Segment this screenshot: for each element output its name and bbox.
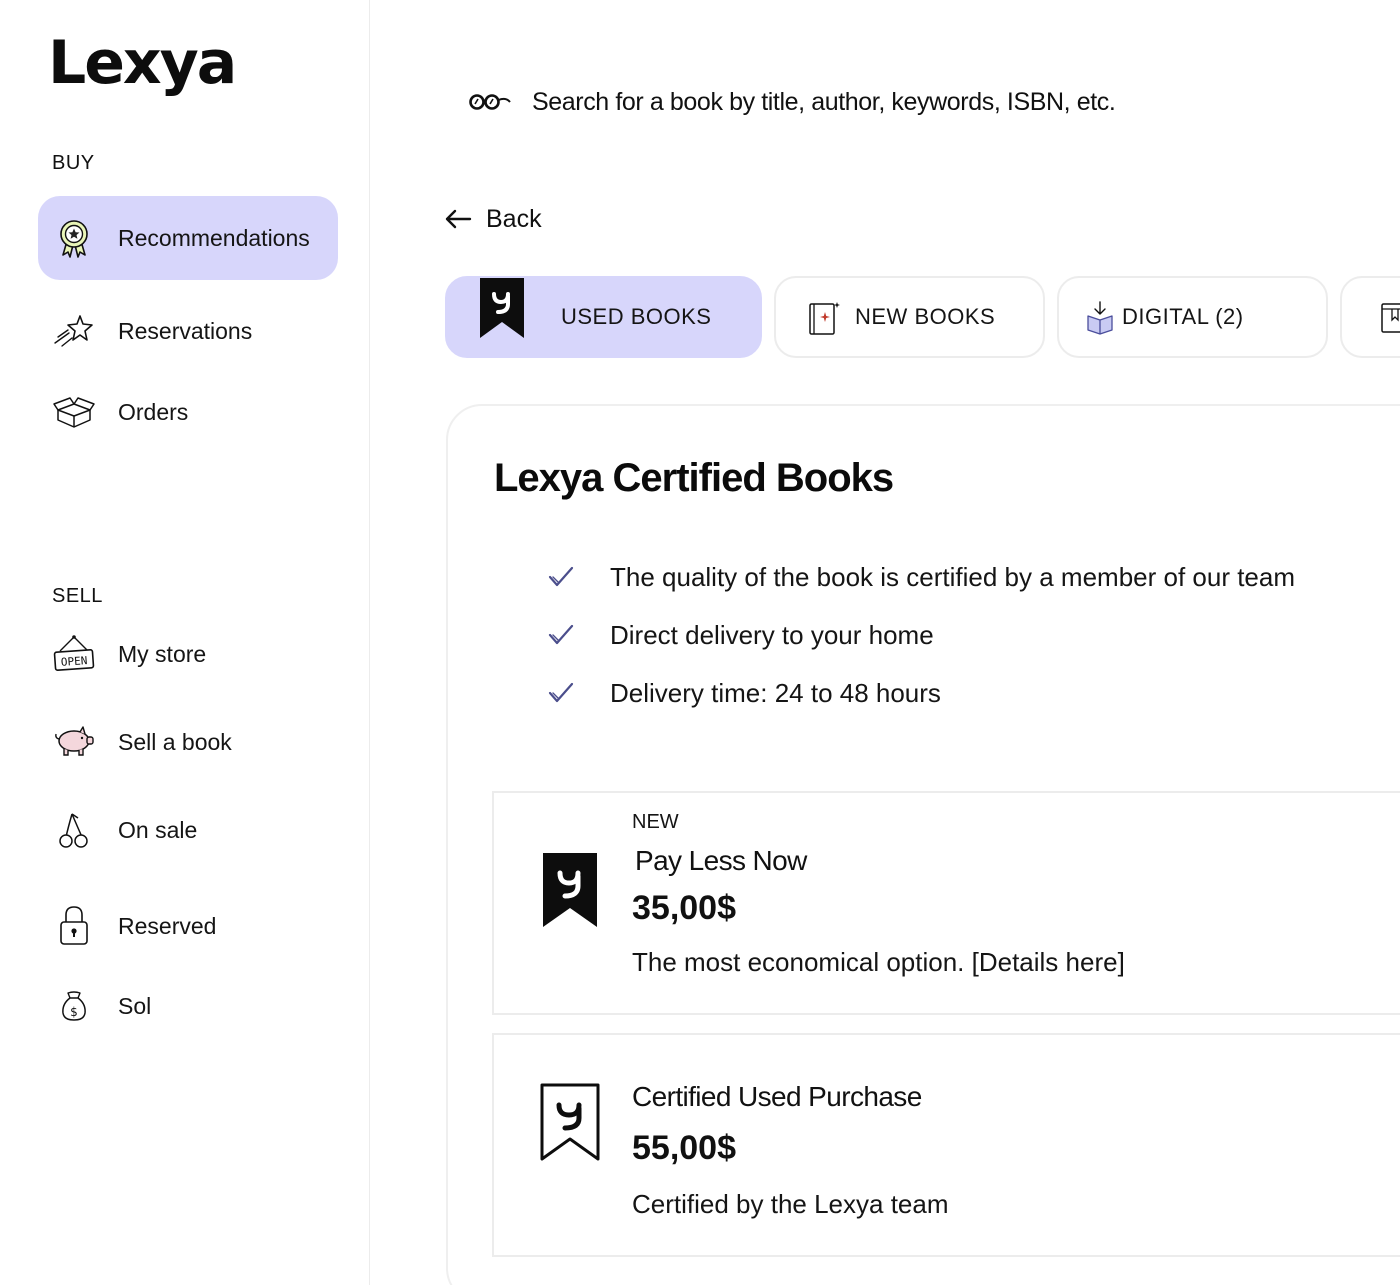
tab-new-books[interactable]: NEW BOOKS: [774, 276, 1045, 358]
cherries-icon: [52, 808, 96, 852]
sidebar-item-label: Sell a book: [118, 728, 232, 755]
sidebar-item-label: Reserved: [118, 912, 217, 939]
svg-text:$: $: [70, 1005, 78, 1019]
lexya-bookmark-outline-icon: [540, 1083, 600, 1168]
search-input[interactable]: [532, 87, 1352, 117]
piggy-bank-icon: [52, 720, 96, 764]
sidebar-item-label: My store: [118, 640, 207, 667]
sidebar-item-orders[interactable]: Orders: [38, 370, 338, 454]
open-box-icon: [52, 390, 96, 434]
lexya-logo[interactable]: Lexya: [48, 28, 237, 98]
feature-text: Delivery time: 24 to 48 hours: [610, 677, 941, 708]
sidebar-item-label: Orders: [118, 398, 189, 425]
sparkle-book-icon: [808, 300, 842, 341]
certified-books-card: Lexya Certified Books The quality of the…: [446, 404, 1400, 1285]
sidebar-item-my-store[interactable]: OPEN My store: [38, 612, 338, 696]
money-bag-icon: $: [52, 984, 96, 1028]
card-title: Lexya Certified Books: [494, 456, 894, 500]
bookmark-book-icon: [1380, 302, 1400, 339]
sidebar-item-label: Sol: [118, 992, 152, 1019]
feature-text: Direct delivery to your home: [610, 619, 934, 650]
buy-section-label: BUY: [52, 152, 95, 174]
sidebar-item-reserved[interactable]: Reserved: [38, 884, 338, 968]
purchase-option-certified-used[interactable]: Certified Used Purchase 55,00$ Certified…: [492, 1033, 1400, 1257]
book-type-tabs: USED BOOKS NEW BOOKS DIGITAL (2): [444, 276, 1400, 358]
award-ribbon-icon: [52, 216, 96, 260]
option-badge: NEW: [632, 811, 679, 833]
check-icon: [548, 566, 574, 588]
tab-digital[interactable]: DIGITAL (2): [1057, 276, 1328, 358]
sidebar-item-reservations[interactable]: Reservations: [38, 289, 338, 373]
sidebar-item-label: Reservations: [118, 317, 253, 344]
option-title: Certified Used Purchase: [632, 1081, 922, 1112]
check-icon: [548, 624, 574, 646]
purchase-option-pay-less-now[interactable]: NEW Pay Less Now 35,00$ The most economi…: [492, 791, 1400, 1015]
svg-text:OPEN: OPEN: [60, 654, 87, 669]
open-sign-icon: OPEN: [52, 632, 96, 676]
shooting-star-icon: [52, 309, 96, 353]
sell-section-label: SELL: [52, 585, 103, 607]
tab-used-books[interactable]: USED BOOKS: [445, 276, 762, 358]
tab-label: USED BOOKS: [561, 304, 712, 329]
back-label: Back: [486, 204, 542, 233]
check-icon: [548, 682, 574, 704]
sidebar: Lexya BUY Recommendations Reservations O…: [0, 0, 370, 1285]
feature-text: The quality of the book is certified by …: [610, 561, 1296, 592]
lexya-bookmark-icon: [478, 278, 526, 345]
padlock-icon: [52, 904, 96, 948]
sidebar-item-label: On sale: [118, 816, 198, 843]
option-description: Certified by the Lexya team: [632, 1189, 949, 1219]
option-price: 35,00$: [632, 889, 736, 927]
option-price: 55,00$: [632, 1129, 736, 1167]
feature-item: The quality of the book is certified by …: [548, 557, 1295, 597]
download-book-icon: [1085, 300, 1115, 341]
tab-more[interactable]: [1340, 276, 1400, 358]
back-button[interactable]: Back: [444, 198, 542, 240]
sidebar-item-label: Recommendations: [118, 224, 310, 251]
option-description: The most economical option. [Details her…: [632, 947, 1125, 977]
glasses-icon: [468, 91, 512, 113]
sidebar-item-sol[interactable]: $ Sol: [38, 964, 338, 1048]
option-title: Pay Less Now: [635, 845, 807, 876]
sidebar-item-sell-a-book[interactable]: Sell a book: [38, 700, 338, 784]
search-bar[interactable]: [468, 78, 1368, 126]
sidebar-item-on-sale[interactable]: On sale: [38, 788, 338, 872]
app-root: Lexya BUY Recommendations Reservations O…: [0, 0, 1400, 1285]
feature-item: Delivery time: 24 to 48 hours: [548, 673, 941, 713]
sidebar-item-recommendations[interactable]: Recommendations: [38, 196, 338, 280]
arrow-left-icon: [444, 208, 472, 230]
tab-label: NEW BOOKS: [855, 304, 996, 329]
lexya-bookmark-filled-icon: [542, 853, 598, 934]
tab-label: DIGITAL (2): [1122, 304, 1244, 329]
feature-item: Direct delivery to your home: [548, 615, 934, 655]
